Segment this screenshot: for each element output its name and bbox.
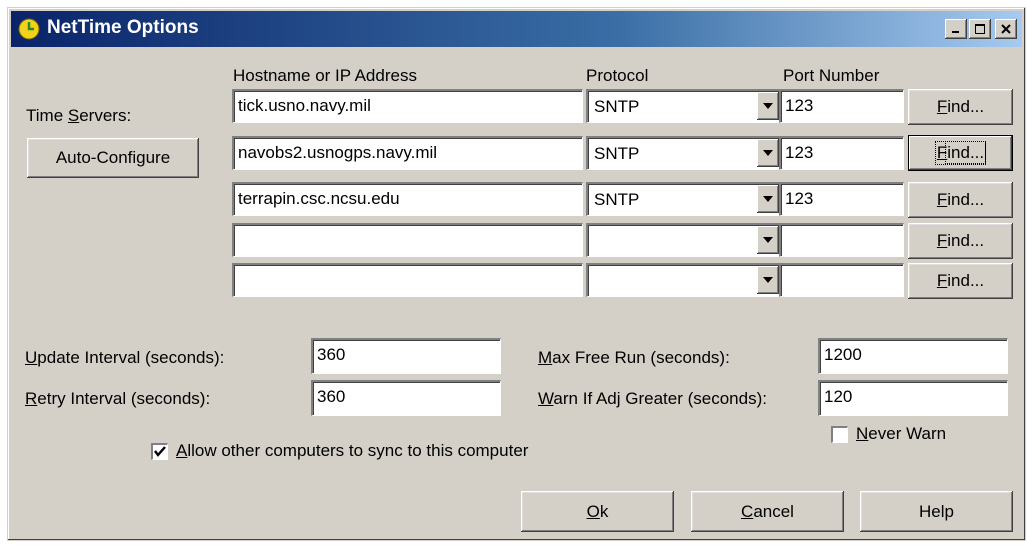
protocol-select-2[interactable]: SNTP — [586, 136, 781, 170]
time-servers-label: Time Servers: — [26, 106, 132, 125]
dropdown-button-1[interactable] — [757, 92, 779, 120]
maximize-icon — [975, 24, 985, 34]
find-button-3[interactable]: Find... — [908, 182, 1013, 218]
max-free-run-input[interactable]: 1200 — [818, 338, 1008, 374]
chevron-down-icon — [763, 103, 773, 109]
hostname-input-3[interactable]: terrapin.csc.ncsu.edu — [232, 182, 583, 216]
title-bar[interactable]: NetTime Options — [11, 11, 1022, 47]
chevron-down-icon — [763, 237, 773, 243]
chevron-down-icon — [763, 277, 773, 283]
allow-sync-checkbox[interactable] — [151, 443, 168, 460]
never-warn-label: Never Warn — [856, 424, 947, 443]
retry-interval-input[interactable]: 360 — [311, 380, 501, 416]
update-interval-input[interactable]: 360 — [311, 338, 501, 374]
protocol-value-1: SNTP — [594, 97, 640, 116]
hostname-input-5[interactable] — [232, 263, 583, 297]
protocol-select-5[interactable] — [586, 263, 781, 297]
dropdown-button-5[interactable] — [757, 266, 779, 294]
port-input-4[interactable] — [779, 223, 904, 257]
port-input-5[interactable] — [779, 263, 904, 297]
protocol-column-header: Protocol — [586, 66, 649, 85]
update-interval-label: Update Interval (seconds): — [25, 348, 225, 367]
never-warn-checkbox[interactable] — [831, 426, 848, 443]
protocol-value-2: SNTP — [594, 144, 640, 163]
dropdown-button-3[interactable] — [757, 185, 779, 213]
auto-configure-button[interactable]: Auto-Configure — [27, 138, 199, 178]
port-column-header: Port Number — [783, 66, 880, 85]
find-button-2[interactable]: Find... — [909, 136, 1012, 170]
protocol-select-1[interactable]: SNTP — [586, 89, 781, 123]
protocol-select-4[interactable] — [586, 223, 781, 257]
retry-interval-label: Retry Interval (seconds): — [25, 389, 211, 408]
help-button[interactable]: Help — [860, 491, 1013, 532]
minimize-button[interactable] — [945, 19, 967, 39]
hostname-column-header: Hostname or IP Address — [233, 66, 417, 85]
maximize-button[interactable] — [969, 19, 991, 39]
max-free-run-label: Max Free Run (seconds): — [538, 348, 730, 367]
close-icon — [1001, 24, 1011, 34]
protocol-value-3: SNTP — [594, 190, 640, 209]
port-input-1[interactable]: 123 — [779, 89, 904, 123]
hostname-input-2[interactable]: navobs2.usnogps.navy.mil — [232, 136, 583, 170]
netTime-options-window: NetTime Options Hostname or IP Address P… — [7, 7, 1026, 541]
allow-sync-label: Allow other computers to sync to this co… — [176, 441, 529, 460]
window-title: NetTime Options — [47, 17, 199, 38]
clock-app-icon — [18, 18, 40, 40]
find-button-5[interactable]: Find... — [908, 263, 1013, 299]
ok-button[interactable]: Ok — [521, 491, 674, 532]
checkmark-icon — [154, 446, 166, 457]
find-button-4[interactable]: Find... — [908, 223, 1013, 259]
close-button[interactable] — [995, 19, 1017, 39]
warn-if-adj-input[interactable]: 120 — [818, 380, 1008, 416]
port-input-3[interactable]: 123 — [779, 182, 904, 216]
find-button-1[interactable]: Find... — [908, 89, 1013, 125]
hostname-input-1[interactable]: tick.usno.navy.mil — [232, 89, 583, 123]
cancel-button[interactable]: Cancel — [691, 491, 844, 532]
hostname-input-4[interactable] — [232, 223, 583, 257]
chevron-down-icon — [763, 150, 773, 156]
port-input-2[interactable]: 123 — [779, 136, 904, 170]
protocol-select-3[interactable]: SNTP — [586, 182, 781, 216]
dropdown-button-4[interactable] — [757, 226, 779, 254]
minimize-icon — [952, 31, 959, 33]
dropdown-button-2[interactable] — [757, 139, 779, 167]
chevron-down-icon — [763, 196, 773, 202]
warn-if-adj-label: Warn If Adj Greater (seconds): — [538, 389, 767, 408]
